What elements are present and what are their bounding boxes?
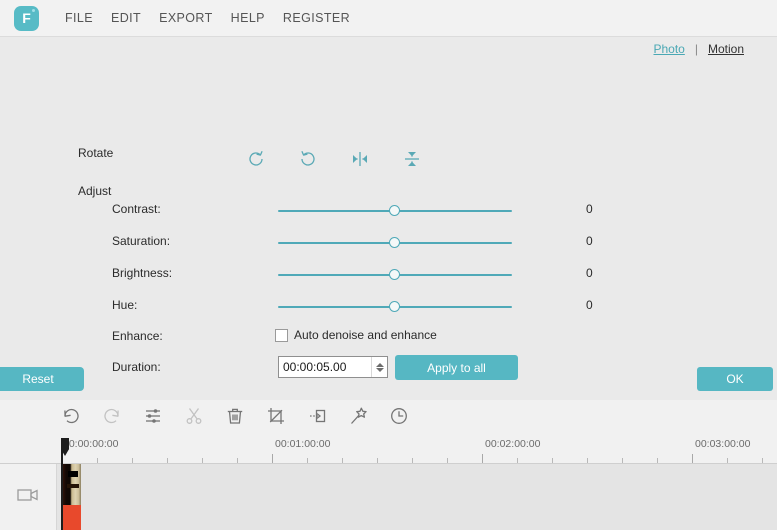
cut-button[interactable] — [173, 400, 214, 436]
rotate-buttons — [230, 144, 438, 174]
transition-export-icon — [306, 405, 328, 432]
trash-delete-icon — [224, 405, 246, 432]
enhance-label: Enhance: — [112, 329, 163, 343]
ruler-label-0: 00:00:00:00 — [63, 438, 119, 450]
magic-wand-button[interactable] — [337, 400, 378, 436]
rotate-counterclockwise-button[interactable] — [282, 144, 334, 174]
dialog-action-bar: Reset OK — [0, 358, 777, 400]
video-editor-window: F FILE EDIT EXPORT HELP REGISTER Photo |… — [0, 0, 777, 530]
rotate-label: Rotate — [78, 146, 114, 160]
rotate-clockwise-icon — [246, 149, 266, 169]
undo-icon — [60, 405, 82, 432]
tab-separator: | — [694, 42, 698, 56]
hue-slider-row: 0 — [0, 296, 777, 318]
adjust-sliders-button[interactable] — [132, 400, 173, 436]
ruler-label-3: 00:03:00:00 — [695, 438, 751, 450]
transition-button[interactable] — [296, 400, 337, 436]
timeline-ruler[interactable]: 00:00:00:00 00:01:00:00 00:02:00:00 00:0… — [0, 436, 777, 464]
contrast-slider-handle[interactable] — [389, 205, 400, 216]
menu-edit[interactable]: EDIT — [102, 7, 150, 29]
reset-button[interactable]: Reset — [0, 367, 84, 391]
video-track-icon — [16, 486, 40, 509]
tab-motion[interactable]: Motion — [708, 42, 744, 56]
redo-button[interactable] — [91, 400, 132, 436]
magic-wand-icon — [347, 405, 369, 432]
adjust-label: Adjust — [78, 184, 112, 198]
hue-value: 0 — [586, 298, 593, 312]
saturation-slider-row: 0 — [0, 232, 777, 254]
rotate-counterclockwise-icon — [298, 149, 318, 169]
ruler-label-2: 00:02:00:00 — [485, 438, 541, 450]
timeline-area: 00:00:00:00 00:01:00:00 00:02:00:00 00:0… — [0, 400, 777, 530]
contrast-value: 0 — [586, 202, 593, 216]
hue-slider-handle[interactable] — [389, 301, 400, 312]
menu-file[interactable]: FILE — [56, 7, 102, 29]
flip-horizontal-button[interactable] — [334, 144, 386, 174]
contrast-slider-row: 0 — [0, 200, 777, 222]
flip-vertical-icon — [402, 148, 422, 170]
hue-slider[interactable] — [278, 301, 512, 312]
clock-duration-icon — [388, 405, 410, 432]
delete-button[interactable] — [214, 400, 255, 436]
adjust-sliders-icon — [142, 405, 164, 432]
contrast-slider[interactable] — [278, 205, 512, 216]
undo-button[interactable] — [50, 400, 91, 436]
flip-vertical-button[interactable] — [386, 144, 438, 174]
flip-horizontal-icon — [349, 149, 371, 169]
brightness-slider-row: 0 — [0, 264, 777, 286]
video-track-header[interactable] — [0, 464, 57, 530]
crop-button[interactable] — [255, 400, 296, 436]
timeline-toolbar — [0, 400, 777, 436]
menu-register[interactable]: REGISTER — [274, 7, 359, 29]
ruler-label-1: 00:01:00:00 — [275, 438, 331, 450]
duration-clock-button[interactable] — [378, 400, 419, 436]
redo-icon — [101, 405, 123, 432]
tab-photo[interactable]: Photo — [653, 42, 684, 56]
saturation-slider[interactable] — [278, 237, 512, 248]
ok-button[interactable]: OK — [697, 367, 773, 391]
timeline-tracks — [0, 464, 777, 530]
saturation-value: 0 — [586, 234, 593, 248]
menu-bar: F FILE EDIT EXPORT HELP REGISTER — [0, 0, 777, 37]
crop-icon — [265, 405, 287, 432]
menu-export[interactable]: EXPORT — [150, 7, 222, 29]
menu-help[interactable]: HELP — [222, 7, 274, 29]
auto-denoise-checkbox[interactable] — [275, 329, 288, 342]
brightness-slider-handle[interactable] — [389, 269, 400, 280]
saturation-slider-handle[interactable] — [389, 237, 400, 248]
brightness-value: 0 — [586, 266, 593, 280]
auto-denoise-label: Auto denoise and enhance — [294, 328, 437, 342]
playhead-line[interactable] — [61, 464, 63, 530]
brightness-slider[interactable] — [278, 269, 512, 280]
rotate-clockwise-button[interactable] — [230, 144, 282, 174]
photo-adjust-panel: Rotate Adjust Contrast: 0 Saturation: 0 … — [0, 60, 777, 380]
scissors-cut-icon — [183, 405, 205, 432]
mode-tabs: Photo | Motion — [653, 42, 744, 56]
app-logo-letter: F — [22, 10, 31, 26]
app-logo-icon: F — [14, 5, 39, 31]
menu-items: FILE EDIT EXPORT HELP REGISTER — [56, 7, 359, 29]
video-clip[interactable] — [61, 464, 81, 530]
clip-thumbnail — [61, 464, 81, 505]
